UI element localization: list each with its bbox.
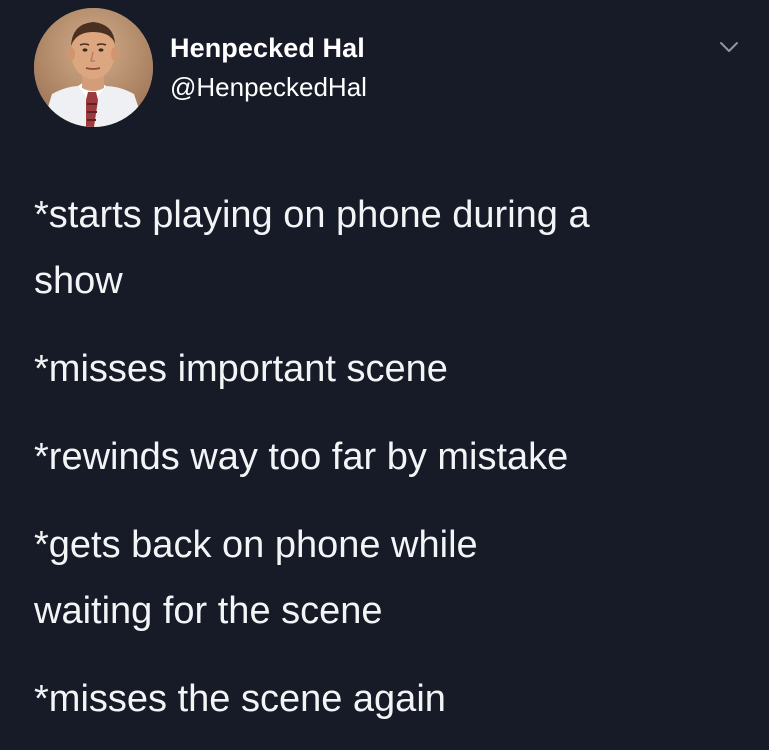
- handle[interactable]: @HenpeckedHal: [170, 71, 367, 103]
- tweet-paragraph: *starts playing on phone during a show: [34, 182, 754, 314]
- tweet-line: *gets back on phone while: [34, 524, 478, 566]
- author-names: Henpecked Hal @HenpeckedHal: [170, 32, 367, 103]
- tweet-card: Henpecked Hal @HenpeckedHal *starts play…: [0, 0, 769, 750]
- chevron-down-icon[interactable]: [714, 32, 744, 62]
- tweet-paragraph: *misses important scene: [34, 336, 754, 402]
- tweet-line: *misses the scene again: [34, 678, 446, 720]
- tweet-text: *starts playing on phone during a show *…: [34, 182, 754, 732]
- tweet-paragraph: *rewinds way too far by mistake: [34, 424, 754, 490]
- tweet-line: waiting for the scene: [34, 590, 383, 632]
- tweet-paragraph: *gets back on phone while waiting for th…: [34, 512, 754, 644]
- tweet-line: *misses important scene: [34, 348, 448, 390]
- tweet-line: *starts playing on phone during a: [34, 194, 590, 236]
- tweet-line: show: [34, 260, 123, 302]
- display-name[interactable]: Henpecked Hal: [170, 32, 367, 64]
- avatar[interactable]: [34, 8, 153, 127]
- tweet-header: Henpecked Hal @HenpeckedHal: [34, 8, 754, 133]
- profile-photo-icon: [34, 8, 153, 127]
- tweet-line: *rewinds way too far by mistake: [34, 436, 569, 478]
- tweet-paragraph: *misses the scene again: [34, 666, 754, 732]
